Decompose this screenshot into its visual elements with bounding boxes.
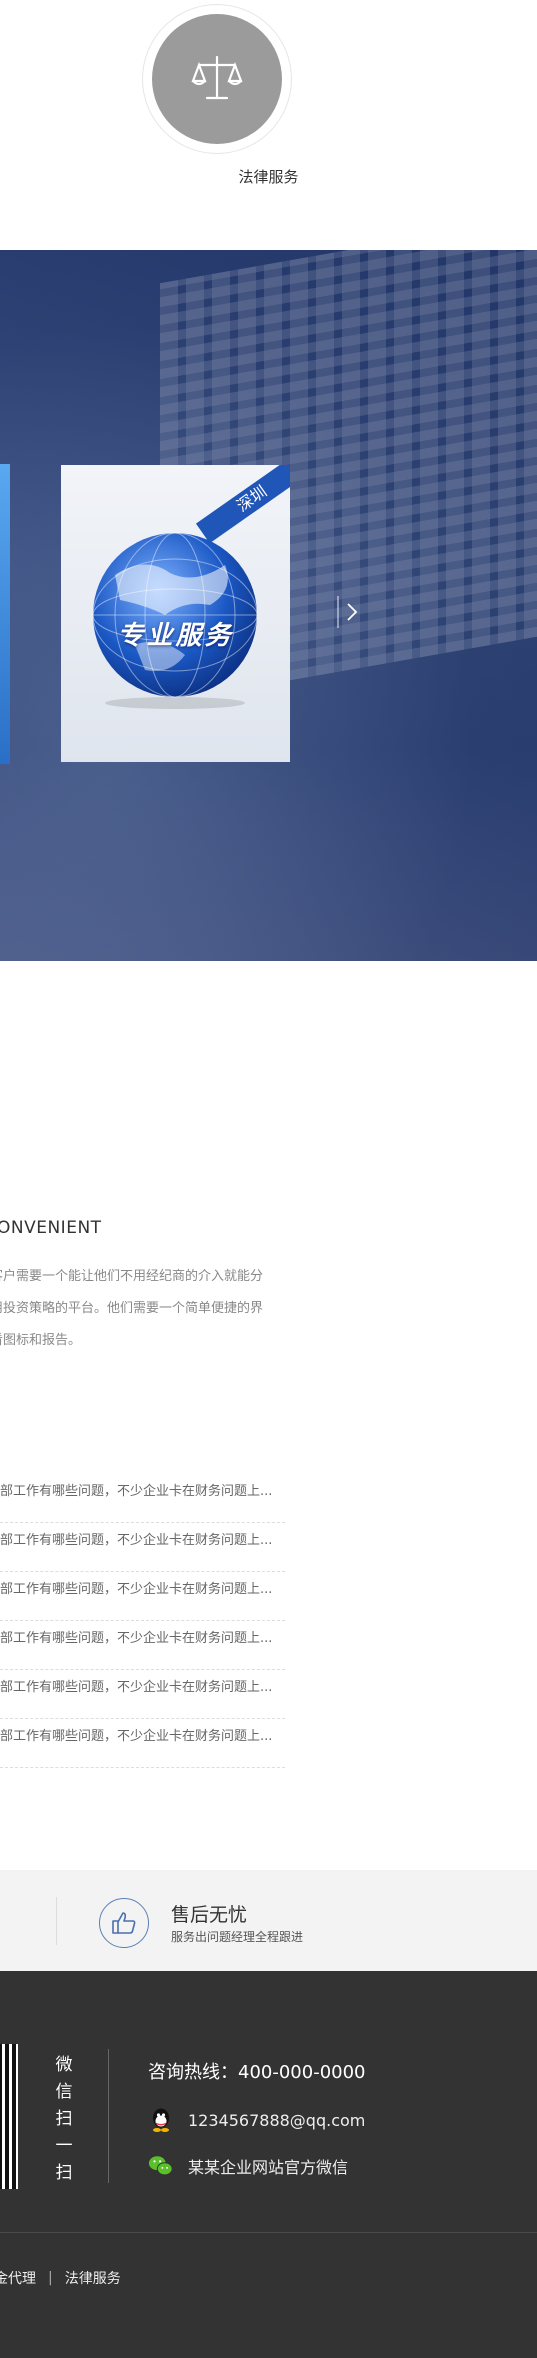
- about-text-line: 用投资策略的平台。他们需要一个简单便捷的界: [0, 1301, 264, 1316]
- wechat-scan-label: 微 信 扫 一 扫: [54, 2052, 74, 2187]
- footer-divider: [108, 2049, 109, 2183]
- news-list: 部工作有哪些问题，不少企业卡在财务问题上... 部工作有哪些问题，不少企业卡在财…: [0, 1474, 285, 1768]
- news-item[interactable]: 部工作有哪些问题，不少企业卡在财务问题上...: [0, 1474, 285, 1523]
- news-item[interactable]: 部工作有哪些问题，不少企业卡在财务问题上...: [0, 1523, 285, 1572]
- qq-contact[interactable]: 1234567888@qq.com: [148, 2106, 365, 2134]
- qq-email: 1234567888@qq.com: [188, 2110, 366, 2130]
- news-item[interactable]: 部工作有哪些问题，不少企业卡在财务问题上...: [0, 1670, 285, 1719]
- footer-link[interactable]: 法律服务: [65, 2268, 121, 2288]
- hotline: 咨询热线：400-000-0000: [148, 2062, 366, 2083]
- thumbs-up-icon: [99, 1898, 149, 1948]
- about-text: 客户需要一个能让他们不用经纪商的介入就能分 用投资策略的平台。他们需要一个简单便…: [0, 1261, 290, 1357]
- globe-icon: [92, 532, 258, 709]
- features-band: [0, 1870, 537, 1971]
- wechat-scan-char: 微: [55, 2055, 73, 2075]
- banner-card-previous[interactable]: [0, 464, 10, 764]
- wechat-scan-char: 扫: [55, 2163, 73, 2183]
- footer-line: [0, 2232, 537, 2233]
- band-divider: [56, 1897, 57, 1945]
- wechat-scan-char: 一: [55, 2136, 73, 2156]
- news-item[interactable]: 部工作有哪些问题，不少企业卡在财务问题上...: [0, 1621, 285, 1670]
- about-title: ONVENIENT: [0, 1218, 102, 1238]
- wechat-qr-code: [0, 2044, 18, 2189]
- about-text-line: 客户需要一个能让他们不用经纪商的介入就能分: [0, 1269, 264, 1284]
- wechat-account: 某某企业网站官方微信: [188, 2158, 349, 2177]
- about-text-line: 看图标和报告。: [0, 1333, 82, 1348]
- after-sales-subtitle: 服务出问题经理全程跟进: [171, 1930, 304, 1944]
- wechat-contact[interactable]: 某某企业网站官方微信: [148, 2152, 348, 2180]
- footer-links: 金代理 | 法律服务: [0, 2268, 121, 2288]
- wechat-scan-char: 信: [55, 2082, 73, 2102]
- legal-service-icon-circle[interactable]: [142, 4, 292, 154]
- qq-icon: [148, 2107, 174, 2133]
- service-label[interactable]: 法律服务: [0, 166, 537, 187]
- banner-card-text: 专业服务: [117, 621, 234, 651]
- banner-card[interactable]: 深圳 专业服务: [61, 465, 290, 762]
- footer-link[interactable]: 金代理: [0, 2268, 36, 2288]
- scales-icon: [152, 14, 282, 144]
- chevron-right-icon: [337, 596, 358, 628]
- wechat-icon: [148, 2153, 174, 2179]
- news-item[interactable]: 部工作有哪些问题，不少企业卡在财务问题上...: [0, 1572, 285, 1621]
- banner-next-button[interactable]: [333, 592, 363, 632]
- news-item[interactable]: 部工作有哪些问题，不少企业卡在财务问题上...: [0, 1719, 285, 1768]
- after-sales-title: 售后无忧: [171, 1904, 248, 1926]
- footer-link-separator: |: [48, 2270, 53, 2286]
- wechat-scan-char: 扫: [55, 2109, 73, 2129]
